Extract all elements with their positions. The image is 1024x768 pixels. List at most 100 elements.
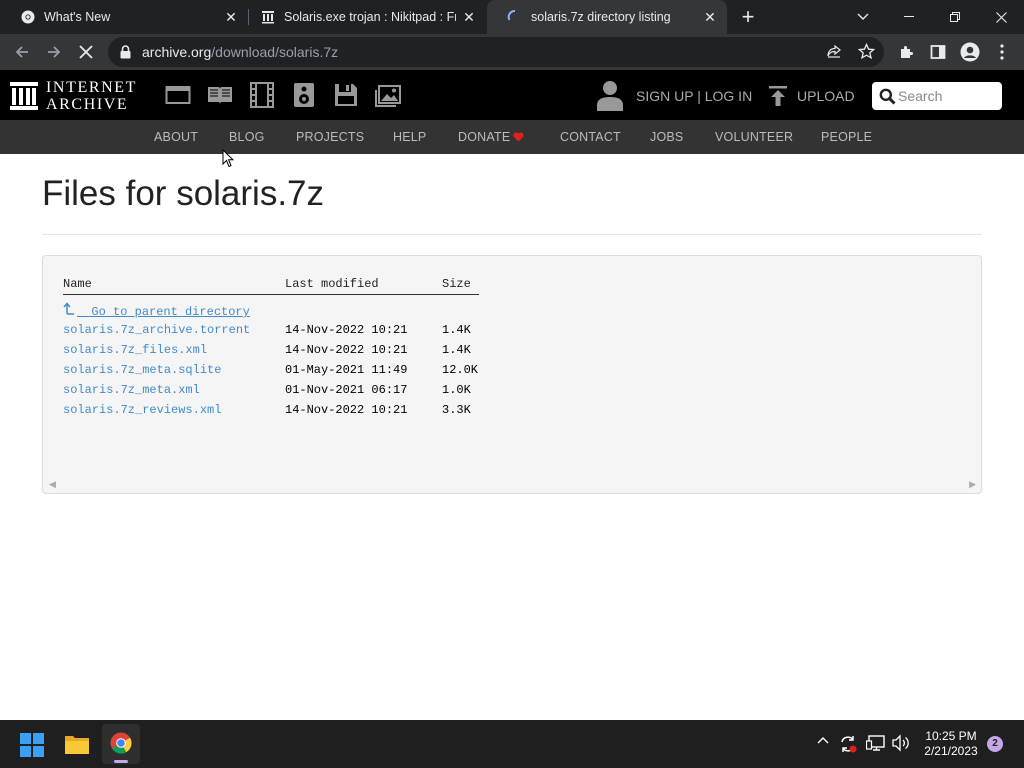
up-arrow-icon: [63, 302, 77, 319]
software-icon[interactable]: [333, 82, 359, 108]
address-bar[interactable]: archive.org/download/solaris.7z: [108, 37, 884, 67]
parent-directory-label: Go to parent directory: [91, 305, 250, 319]
file-explorer-icon[interactable]: [64, 732, 90, 756]
url-path: /download/solaris.7z: [211, 44, 339, 60]
extensions-icon[interactable]: [892, 38, 920, 66]
nav-help[interactable]: HELP: [393, 130, 426, 144]
file-link[interactable]: solaris.7z_reviews.xml: [63, 403, 221, 417]
logo-line-2: ARCHIVE: [46, 96, 129, 113]
column-name-header: Name: [63, 277, 92, 291]
sync-alert-icon[interactable]: [838, 734, 858, 754]
upload-icon[interactable]: [768, 85, 788, 107]
archive-logo-text[interactable]: INTERNET ARCHIVE: [46, 79, 137, 113]
nav-contact[interactable]: CONTACT: [560, 130, 621, 144]
restore-button[interactable]: [932, 0, 978, 34]
browser-menu-icon[interactable]: [988, 38, 1016, 66]
tab-solaris-listing[interactable]: solaris.7z directory listing ✕: [487, 0, 727, 34]
close-window-button[interactable]: [978, 0, 1024, 34]
nav-jobs[interactable]: JOBS: [650, 130, 683, 144]
archive-logo-icon[interactable]: [10, 82, 38, 110]
tab-whats-new[interactable]: What's New ✕: [0, 0, 248, 34]
upload-link[interactable]: UPLOAD: [797, 88, 855, 104]
url-text[interactable]: archive.org/download/solaris.7z: [142, 44, 338, 60]
back-button[interactable]: [8, 38, 36, 66]
system-clock[interactable]: 10:25 PM 2/21/2023: [920, 729, 982, 759]
bookmark-star-icon[interactable]: [858, 43, 875, 60]
nav-donate[interactable]: DONATE: [458, 130, 510, 144]
tab-title: What's New: [44, 10, 111, 24]
tab-close-icon[interactable]: ✕: [462, 10, 476, 24]
file-link[interactable]: solaris.7z_archive.torrent: [63, 323, 250, 337]
nav-people[interactable]: PEOPLE: [821, 130, 872, 144]
nav-about[interactable]: ABOUT: [154, 130, 198, 144]
chrome-taskbar-button[interactable]: [102, 724, 140, 764]
nav-blog[interactable]: BLOG: [229, 130, 265, 144]
share-icon[interactable]: [826, 44, 842, 60]
ia-header: INTERNET ARCHIVE SIGN UP | LOG IN UPLOAD: [0, 70, 1024, 120]
mouse-cursor-icon: [222, 149, 234, 168]
file-size: 12.0K: [442, 363, 479, 377]
audio-icon[interactable]: [291, 82, 317, 108]
new-tab-button[interactable]: +: [728, 0, 768, 34]
browser-toolbar: archive.org/download/solaris.7z: [0, 34, 1024, 70]
header-rule: [63, 294, 479, 295]
file-link[interactable]: solaris.7z_meta.sqlite: [63, 363, 221, 377]
clock-date: 2/21/2023: [924, 744, 978, 758]
nav-volunteer[interactable]: VOLUNTEER: [715, 130, 793, 144]
divider: [42, 234, 982, 235]
tab-title: Solaris.exe trojan : Nikitpad : Fre: [284, 10, 456, 24]
file-listing: Name Last modified Size Go to parent dir…: [42, 255, 982, 494]
loading-spinner-icon: [507, 9, 523, 25]
images-icon[interactable]: [375, 82, 401, 108]
user-icon[interactable]: [596, 79, 624, 111]
column-size-header: Size: [442, 277, 471, 291]
tray-chevron-up-icon[interactable]: [817, 736, 829, 744]
search-icon[interactable]: [879, 88, 896, 105]
file-link[interactable]: solaris.7z_files.xml: [63, 343, 207, 357]
chrome-icon: [20, 9, 36, 25]
volume-icon[interactable]: [891, 734, 911, 752]
minimize-button[interactable]: [886, 0, 932, 34]
texts-icon[interactable]: [207, 82, 233, 108]
file-modified: 01-Nov-2021 06:17: [285, 383, 408, 397]
file-size: 3.3K: [442, 403, 471, 417]
column-modified-header: Last modified: [285, 277, 379, 291]
active-app-indicator: [114, 760, 128, 763]
windows-start-icon[interactable]: [20, 733, 44, 757]
video-icon[interactable]: [249, 82, 275, 108]
parent-directory-link[interactable]: Go to parent directory: [63, 302, 250, 319]
page-title: Files for solaris.7z: [42, 174, 325, 213]
signup-login-link[interactable]: SIGN UP | LOG IN: [636, 88, 752, 104]
donate-heart-icon[interactable]: [513, 132, 524, 142]
file-modified: 14-Nov-2022 10:21: [285, 403, 408, 417]
notification-badge[interactable]: 2: [987, 736, 1003, 752]
scroll-right-arrow-icon[interactable]: ▶: [969, 479, 976, 490]
chrome-icon: [110, 732, 132, 754]
browser-tab-strip: What's New ✕ Solaris.exe trojan : Nikitp…: [0, 0, 1024, 34]
tab-close-icon[interactable]: ✕: [703, 10, 717, 24]
file-size: 1.0K: [442, 383, 471, 397]
forward-button[interactable]: [40, 38, 68, 66]
profile-avatar-icon[interactable]: [956, 38, 984, 66]
nav-projects[interactable]: PROJECTS: [296, 130, 364, 144]
scroll-left-arrow-icon[interactable]: ◀: [49, 479, 56, 490]
tab-title: solaris.7z directory listing: [531, 10, 671, 24]
tab-close-icon[interactable]: ✕: [224, 10, 238, 24]
search-input[interactable]: [898, 86, 996, 106]
tab-search-chevron-icon[interactable]: [840, 0, 886, 34]
lock-icon[interactable]: [120, 45, 131, 59]
file-modified: 14-Nov-2022 10:21: [285, 343, 408, 357]
file-size: 1.4K: [442, 343, 471, 357]
file-modified: 14-Nov-2022 10:21: [285, 323, 408, 337]
archive-favicon-icon: [260, 9, 276, 25]
logo-line-1: INTERNET: [46, 79, 138, 96]
windows-taskbar: 10:25 PM 2/21/2023 2: [0, 720, 1024, 768]
ia-nav-bar: ABOUT BLOG PROJECTS HELP DONATE CONTACT …: [0, 120, 1024, 154]
web-icon[interactable]: [165, 82, 191, 108]
side-panel-icon[interactable]: [924, 38, 952, 66]
file-link[interactable]: solaris.7z_meta.xml: [63, 383, 200, 397]
stop-loading-button[interactable]: [72, 38, 100, 66]
network-icon[interactable]: [866, 734, 886, 752]
file-size: 1.4K: [442, 323, 471, 337]
tab-solaris-trojan[interactable]: Solaris.exe trojan : Nikitpad : Fre ✕: [240, 0, 486, 34]
